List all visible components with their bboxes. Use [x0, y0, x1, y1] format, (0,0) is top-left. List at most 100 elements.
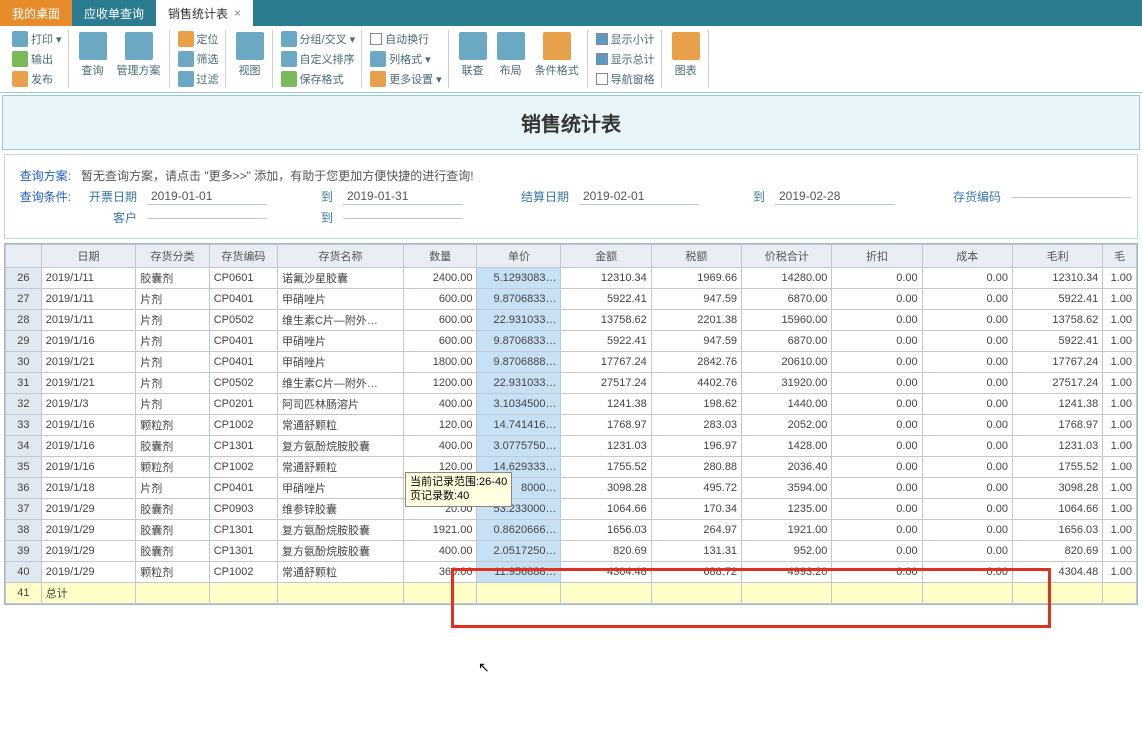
cell[interactable]: 0.00	[832, 457, 922, 478]
cell[interactable]: 196.97	[651, 436, 741, 457]
cell[interactable]: 1755.52	[561, 457, 651, 478]
table-row[interactable]: 402019/1/29颗粒剂CP1002常通舒颗粒360.0011.956888…	[6, 562, 1137, 583]
cell[interactable]: CP0401	[209, 331, 277, 352]
cell[interactable]: 0.00	[832, 373, 922, 394]
cell[interactable]: CP0201	[209, 394, 277, 415]
cell[interactable]: 0.00	[922, 310, 1012, 331]
col-header[interactable]: 毛利	[1012, 245, 1102, 268]
cell[interactable]: 片剂	[136, 478, 210, 499]
cell[interactable]: 9.8706833…	[477, 331, 561, 352]
cell[interactable]: 1.00	[1103, 331, 1137, 352]
cell[interactable]: 495.72	[651, 478, 741, 499]
layout-button[interactable]: 布局	[493, 30, 529, 80]
table-row[interactable]: 282019/1/11片剂CP0502维生素C片—附外…600.0022.931…	[6, 310, 1137, 331]
cell[interactable]: 0.00	[922, 352, 1012, 373]
cell[interactable]: 22.931033…	[477, 373, 561, 394]
custom-sort-button[interactable]: 自定义排序	[279, 50, 358, 68]
cell[interactable]: 0.00	[922, 478, 1012, 499]
cell[interactable]: 0.00	[832, 499, 922, 520]
cell[interactable]: 1428.00	[742, 436, 832, 457]
cell[interactable]: 400.00	[403, 394, 477, 415]
settle-date-to[interactable]: 2019-02-28	[775, 188, 895, 205]
cell[interactable]: 0.00	[832, 415, 922, 436]
table-row[interactable]: 332019/1/16颗粒剂CP1002常通舒颗粒120.0014.741416…	[6, 415, 1137, 436]
cell[interactable]: 1231.03	[561, 436, 651, 457]
table-row[interactable]: 362019/1/18片剂CP0401甲硝唑片8000…3098.28495.7…	[6, 478, 1137, 499]
col-format-button[interactable]: 列格式 ▾	[368, 50, 444, 68]
customer-to[interactable]	[343, 216, 463, 219]
cell[interactable]: 1800.00	[403, 352, 477, 373]
invoice-date-from[interactable]: 2019-01-01	[147, 188, 267, 205]
table-row[interactable]: 342019/1/16胶囊剂CP1301复方氨酚烷胺胶囊400.003.0775…	[6, 436, 1137, 457]
cell[interactable]: 常通舒颗粒	[277, 457, 403, 478]
cell[interactable]: 1200.00	[403, 373, 477, 394]
cell[interactable]: 1656.03	[1012, 520, 1102, 541]
cell[interactable]: 4402.76	[651, 373, 741, 394]
print-button[interactable]: 打印 ▾	[10, 30, 64, 48]
cell[interactable]: 12310.34	[561, 268, 651, 289]
cell[interactable]: 2019/1/29	[41, 562, 136, 583]
cell[interactable]: 常通舒颗粒	[277, 415, 403, 436]
cell[interactable]: 1.00	[1103, 541, 1137, 562]
chart-button[interactable]: 图表	[668, 30, 704, 80]
cell[interactable]: 1.00	[1103, 520, 1137, 541]
total-row[interactable]: 41总计	[6, 583, 1137, 604]
cell[interactable]: 2019/1/18	[41, 478, 136, 499]
cell[interactable]: 0.00	[832, 331, 922, 352]
cell[interactable]: 复方氨酚烷胺胶囊	[277, 541, 403, 562]
cell[interactable]: CP0401	[209, 352, 277, 373]
clear-filter-button[interactable]: 过滤	[176, 70, 221, 88]
cell[interactable]: 1.00	[1103, 289, 1137, 310]
cell[interactable]: 1064.66	[1012, 499, 1102, 520]
cell[interactable]: 11.956888…	[477, 562, 561, 583]
cell[interactable]: 1440.00	[742, 394, 832, 415]
cell[interactable]: 阿司匹林肠溶片	[277, 394, 403, 415]
cell[interactable]: 2019/1/3	[41, 394, 136, 415]
related-query-button[interactable]: 联查	[455, 30, 491, 80]
col-header[interactable]: 金额	[561, 245, 651, 268]
cell[interactable]: 31920.00	[742, 373, 832, 394]
cell[interactable]: 600.00	[403, 289, 477, 310]
cell[interactable]: 283.03	[651, 415, 741, 436]
cell[interactable]: 胶囊剂	[136, 520, 210, 541]
query-button[interactable]: 查询	[75, 30, 111, 80]
table-row[interactable]: 322019/1/3片剂CP0201阿司匹林肠溶片400.003.1034500…	[6, 394, 1137, 415]
cell[interactable]: 1.00	[1103, 394, 1137, 415]
cell[interactable]: 4304.48	[1012, 562, 1102, 583]
cell[interactable]: 0.00	[832, 268, 922, 289]
cell[interactable]: 甲硝唑片	[277, 331, 403, 352]
cell[interactable]: 3098.28	[561, 478, 651, 499]
cell[interactable]: 2019/1/16	[41, 331, 136, 352]
locate-button[interactable]: 定位	[176, 30, 221, 48]
cell[interactable]: 820.69	[561, 541, 651, 562]
more-settings-button[interactable]: 更多设置 ▾	[368, 70, 444, 88]
cell[interactable]: 片剂	[136, 373, 210, 394]
cell[interactable]: 6870.00	[742, 331, 832, 352]
cell[interactable]: 1064.66	[561, 499, 651, 520]
cell[interactable]: 9.8706888…	[477, 352, 561, 373]
cell[interactable]: 3594.00	[742, 478, 832, 499]
cell[interactable]: 1.00	[1103, 436, 1137, 457]
cell[interactable]: 820.69	[1012, 541, 1102, 562]
cell[interactable]: 13758.62	[561, 310, 651, 331]
export-button[interactable]: 输出	[10, 50, 64, 68]
cell[interactable]: 胶囊剂	[136, 268, 210, 289]
cell[interactable]: 胶囊剂	[136, 541, 210, 562]
cell[interactable]: 12310.34	[1012, 268, 1102, 289]
cell[interactable]: 0.00	[832, 478, 922, 499]
cell[interactable]: 6870.00	[742, 289, 832, 310]
cell[interactable]: 0.00	[832, 310, 922, 331]
navpane-toggle[interactable]: 导航窗格	[594, 70, 657, 88]
cell[interactable]: 0.00	[832, 394, 922, 415]
cell[interactable]: 5.1293083…	[477, 268, 561, 289]
cell[interactable]: 5922.41	[1012, 331, 1102, 352]
cell[interactable]: 27517.24	[561, 373, 651, 394]
cell[interactable]: 1921.00	[403, 520, 477, 541]
cell[interactable]: 2019/1/16	[41, 457, 136, 478]
customer-from[interactable]	[147, 216, 267, 219]
cell[interactable]: 1.00	[1103, 268, 1137, 289]
cell[interactable]: 胶囊剂	[136, 436, 210, 457]
col-header[interactable]: 毛	[1103, 245, 1137, 268]
cell[interactable]: 2019/1/21	[41, 373, 136, 394]
cell[interactable]: 0.00	[922, 436, 1012, 457]
